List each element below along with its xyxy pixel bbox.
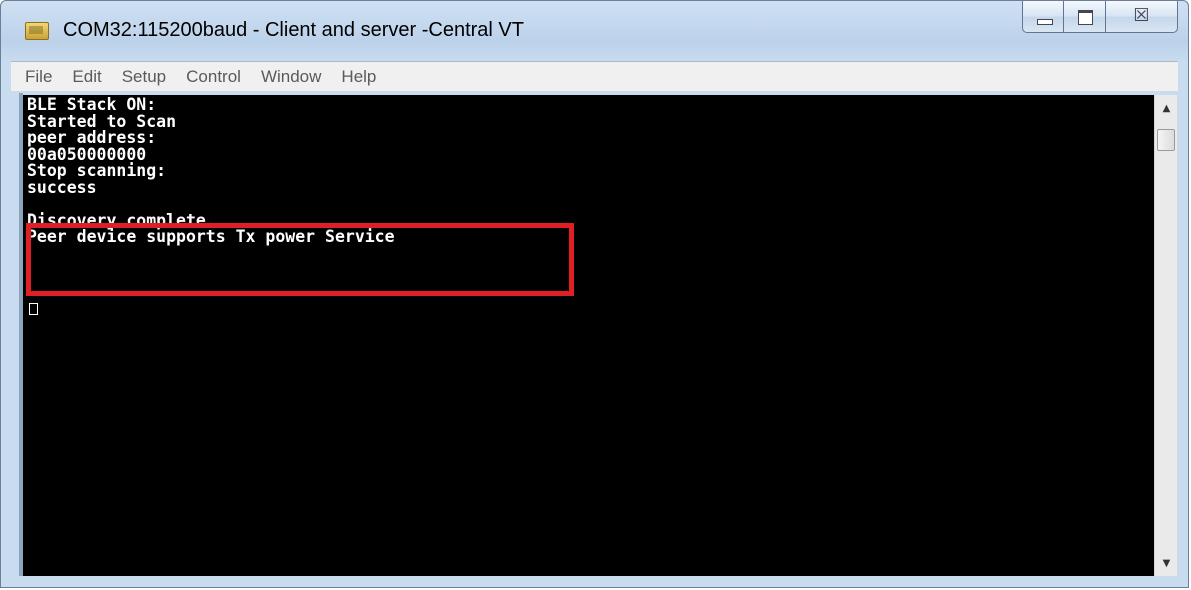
minimize-button[interactable]: [1022, 1, 1064, 33]
scroll-thumb[interactable]: [1157, 129, 1175, 151]
vertical-scrollbar[interactable]: ▲ ▼: [1154, 95, 1177, 576]
minimize-icon: [1037, 19, 1053, 25]
window-frame-bottom: [11, 576, 1178, 584]
maximize-icon: [1078, 10, 1093, 25]
menu-window[interactable]: Window: [251, 62, 331, 92]
menu-edit[interactable]: Edit: [62, 62, 111, 92]
window-title: COM32:115200baud - Client and server -Ce…: [63, 19, 524, 41]
menu-bar: File Edit Setup Control Window Help: [11, 61, 1178, 91]
menu-help[interactable]: Help: [331, 62, 386, 92]
menu-control[interactable]: Control: [176, 62, 251, 92]
caption-buttons: ☒: [1022, 1, 1178, 35]
maximize-button[interactable]: [1064, 1, 1106, 33]
highlight-box: [26, 223, 574, 296]
close-icon: ☒: [1133, 5, 1150, 26]
menu-file[interactable]: File: [11, 62, 62, 92]
terminal-window: COM32:115200baud - Client and server -Ce…: [0, 0, 1189, 588]
terminal-app-icon[interactable]: [25, 22, 49, 40]
menu-setup[interactable]: Setup: [112, 62, 176, 92]
terminal-line: success: [27, 177, 97, 197]
scroll-up-icon[interactable]: ▲: [1155, 99, 1178, 119]
text-cursor: [29, 303, 38, 315]
terminal-output[interactable]: BLE Stack ON: Started to Scan peer addre…: [23, 95, 1154, 576]
close-button[interactable]: ☒: [1106, 1, 1178, 33]
title-bar[interactable]: COM32:115200baud - Client and server -Ce…: [1, 1, 1188, 57]
scroll-down-icon[interactable]: ▼: [1155, 554, 1178, 574]
